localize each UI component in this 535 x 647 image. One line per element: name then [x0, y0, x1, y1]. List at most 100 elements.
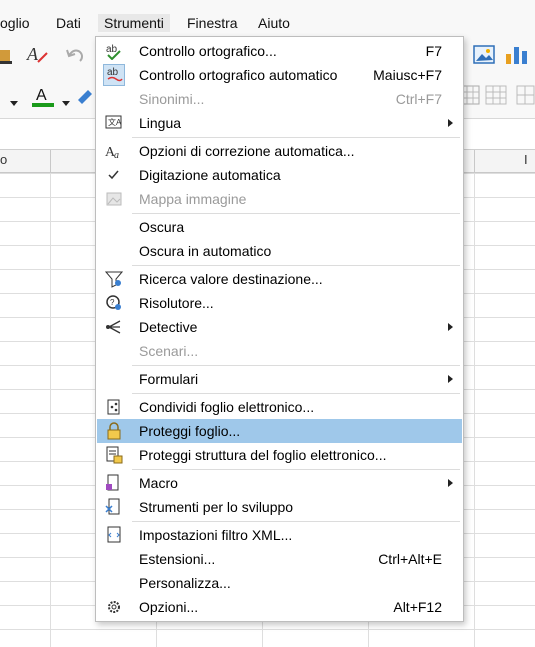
menu-item-protect-structure[interactable]: Proteggi struttura del foglio elettronic… [97, 443, 462, 467]
checkmark-icon [105, 166, 123, 184]
insert-image-icon[interactable] [473, 44, 495, 69]
detective-icon [105, 318, 123, 336]
share-icon [105, 398, 123, 416]
menu-item-share-spreadsheet[interactable]: Condividi foglio elettronico... [97, 395, 462, 419]
strumenti-menu: ab Controllo ortografico... F7 ab Contro… [95, 36, 464, 622]
menu-separator [132, 521, 460, 522]
menu-item-label: Condividi foglio elettronico... [139, 399, 315, 415]
menu-bar: oglio Dati Strumenti Finestra Aiuto [0, 0, 535, 36]
menu-item-label: Strumenti per lo sviluppo [139, 499, 294, 515]
menu-item-redact[interactable]: Oscura [97, 215, 462, 239]
column-label-right: I [524, 152, 528, 167]
submenu-arrow-icon [448, 479, 453, 487]
lock-icon [105, 422, 123, 440]
menu-separator [132, 365, 460, 366]
menu-item-spellcheck[interactable]: ab Controllo ortografico... F7 [97, 39, 462, 63]
dropdown-arrow-icon[interactable] [10, 94, 18, 110]
menu-item-extensions[interactable]: Estensioni... Ctrl+Alt+E [97, 547, 462, 571]
language-icon: 文A [105, 114, 123, 132]
undo-icon[interactable] [64, 44, 86, 69]
menu-item-macro[interactable]: Macro [97, 471, 462, 495]
menu-item-label: Formulari [139, 371, 199, 387]
spelling-toolbar-icon[interactable]: A [26, 44, 48, 69]
svg-text:ab: ab [106, 44, 118, 55]
grid-icon[interactable] [516, 85, 535, 108]
font-color-dropdown-icon[interactable] [62, 94, 70, 110]
menu-item-solver[interactable]: ? Risolutore... [97, 291, 462, 315]
svg-text:文A: 文A [108, 117, 122, 127]
menu-item-xml-filter[interactable]: Impostazioni filtro XML... [97, 523, 462, 547]
menu-separator [132, 213, 460, 214]
menu-strumenti[interactable]: Strumenti [98, 14, 170, 32]
menu-item-protect-sheet[interactable]: Proteggi foglio... [97, 419, 462, 443]
submenu-arrow-icon [448, 119, 453, 127]
menu-item-label: Proteggi foglio... [139, 423, 241, 439]
column-separator [50, 150, 51, 172]
menu-item-label: Sinonimi... [139, 91, 205, 107]
svg-text:A: A [36, 87, 47, 104]
column-separator [474, 150, 475, 172]
brush-icon[interactable] [76, 86, 94, 109]
menu-item-detective[interactable]: Detective [97, 315, 462, 339]
gear-icon [105, 598, 123, 616]
svg-text:?: ? [110, 298, 115, 307]
menu-item-shortcut: F7 [425, 43, 442, 59]
menu-item-label: Digitazione automatica [139, 167, 281, 183]
dev-tools-icon [105, 498, 123, 516]
menu-item-thesaurus: Sinonimi... Ctrl+F7 [97, 87, 462, 111]
menu-item-auto-spellcheck[interactable]: ab Controllo ortografico automatico Maiu… [97, 63, 462, 87]
menu-dati[interactable]: Dati [56, 14, 81, 32]
menu-foglio[interactable]: oglio [0, 14, 30, 32]
table-icon[interactable] [485, 85, 507, 108]
menu-item-scenarios: Scenari... [97, 339, 462, 363]
macro-icon [105, 474, 123, 492]
menu-item-label: Detective [139, 319, 198, 335]
menu-item-dev-tools[interactable]: Strumenti per lo sviluppo [97, 495, 462, 519]
menu-item-label: Ricerca valore destinazione... [139, 271, 323, 287]
menu-separator [132, 265, 460, 266]
svg-text:A: A [26, 44, 39, 64]
auto-spellcheck-icon: ab [103, 64, 125, 86]
menu-item-autoinput[interactable]: Digitazione automatica [97, 163, 462, 187]
menu-item-label: Oscura [139, 219, 185, 235]
menu-item-language[interactable]: 文A Lingua [97, 111, 462, 135]
submenu-arrow-icon [448, 323, 453, 331]
menu-item-label: Proteggi struttura del foglio elettronic… [139, 447, 387, 463]
menu-item-label: Personalizza... [139, 575, 231, 591]
paint-bucket-icon[interactable] [0, 46, 14, 69]
menu-item-label: Opzioni... [139, 599, 199, 615]
svg-text:ab: ab [107, 67, 119, 78]
svg-text:a: a [114, 150, 119, 160]
font-color-icon[interactable]: A [31, 84, 55, 111]
menu-item-label: Macro [139, 475, 178, 491]
menu-aiuto[interactable]: Aiuto [258, 14, 290, 32]
menu-item-label: Estensioni... [139, 551, 216, 567]
xml-filter-icon [105, 526, 123, 544]
spellcheck-icon: ab [105, 42, 123, 61]
menu-item-label: Risolutore... [139, 295, 214, 311]
menu-item-shortcut: Maiusc+F7 [373, 67, 442, 83]
image-map-icon [105, 190, 123, 208]
menu-item-label: Controllo ortografico... [139, 43, 277, 59]
menu-item-label: Opzioni di correzione automatica... [139, 143, 355, 159]
menu-item-options[interactable]: Opzioni... Alt+F12 [97, 595, 462, 619]
menu-separator [132, 393, 460, 394]
menu-finestra[interactable]: Finestra [187, 14, 238, 32]
goal-seek-icon [104, 270, 124, 288]
menu-item-forms[interactable]: Formulari [97, 367, 462, 391]
menu-item-goal-seek[interactable]: Ricerca valore destinazione... [97, 267, 462, 291]
menu-item-shortcut: Alt+F12 [393, 599, 442, 615]
menu-separator [132, 137, 460, 138]
menu-item-image-map: Mappa immagine [97, 187, 462, 211]
menu-item-auto-redact[interactable]: Oscura in automatico [97, 239, 462, 263]
menu-item-shortcut: Ctrl+F7 [395, 91, 442, 107]
menu-item-customize[interactable]: Personalizza... [97, 571, 462, 595]
menu-item-label: Impostazioni filtro XML... [139, 527, 293, 543]
solver-icon: ? [105, 294, 123, 312]
menu-item-autocorrect-options[interactable]: Aa Opzioni di correzione automatica... [97, 139, 462, 163]
menu-item-label: Controllo ortografico automatico [139, 67, 338, 83]
insert-chart-icon[interactable] [505, 44, 529, 69]
submenu-arrow-icon [448, 375, 453, 383]
menu-item-shortcut: Ctrl+Alt+E [378, 551, 442, 567]
autocorrect-icon: Aa [105, 142, 123, 161]
